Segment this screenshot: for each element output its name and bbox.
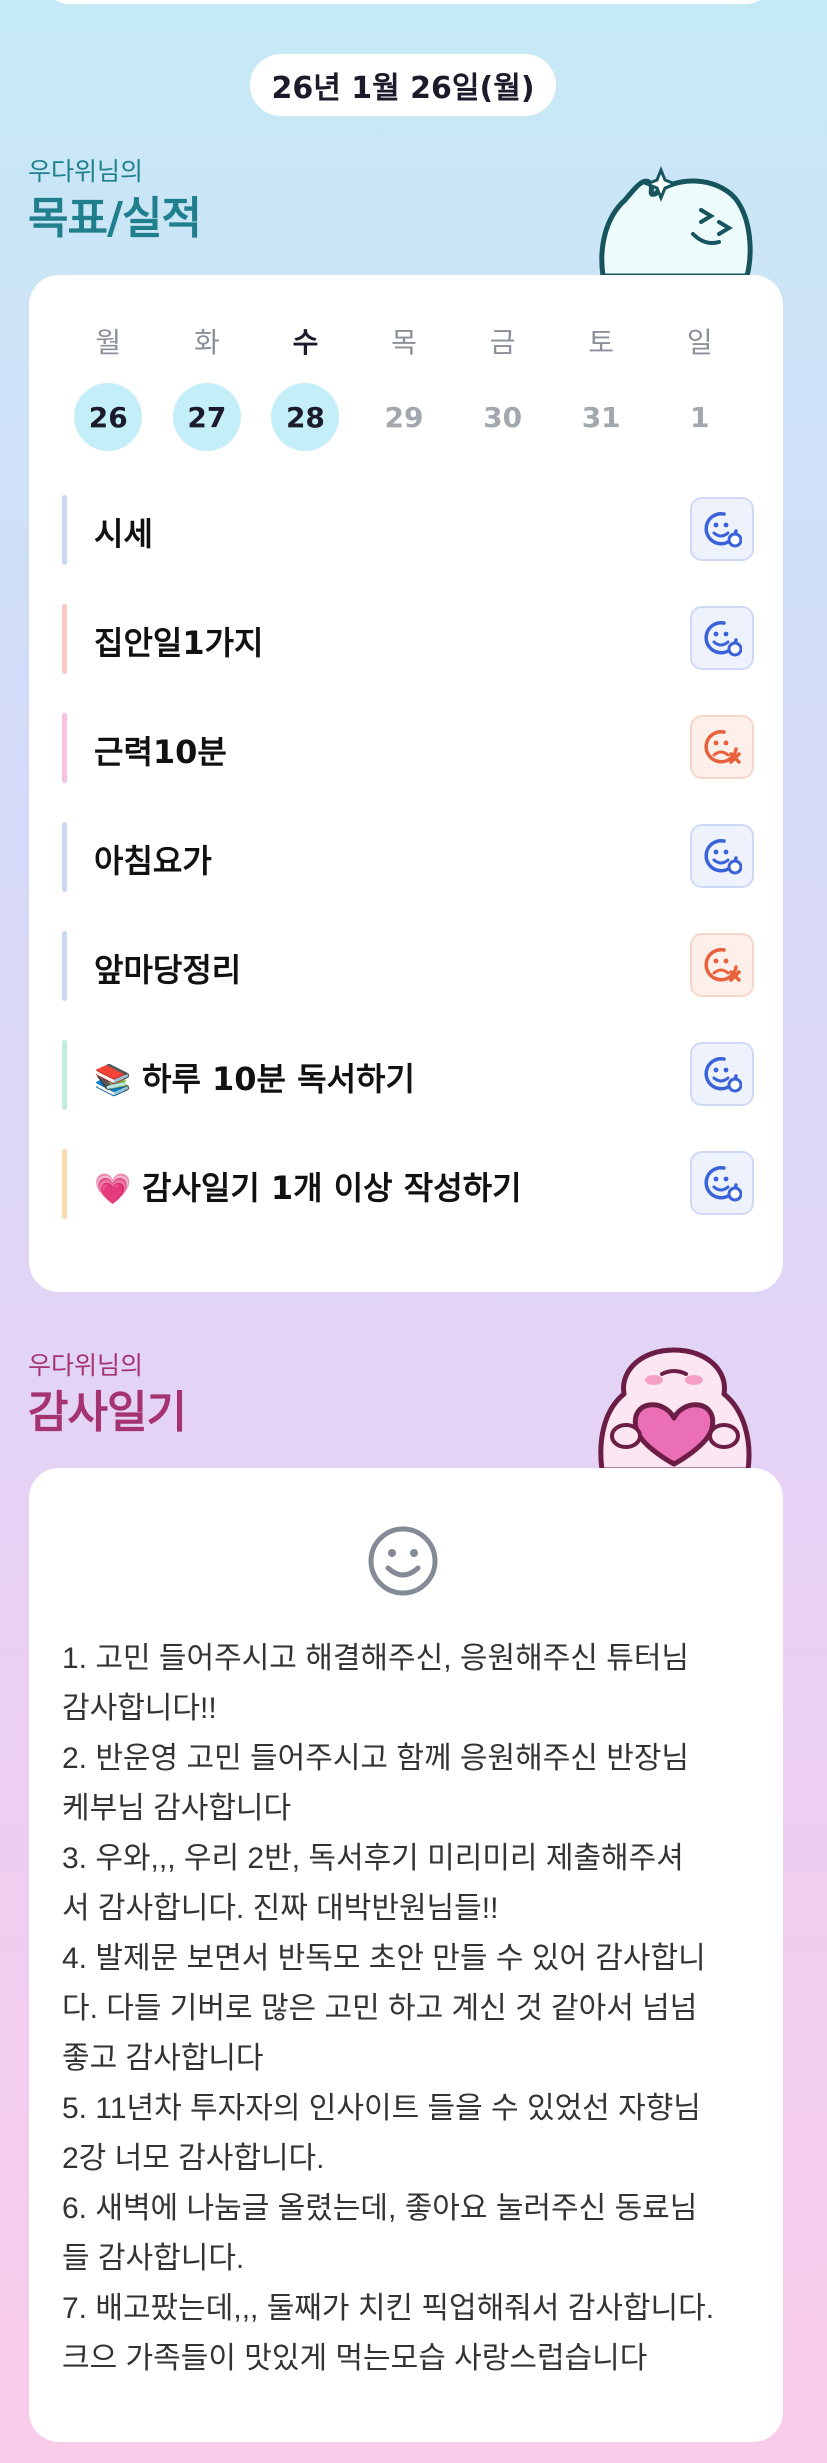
goal-success-face-icon[interactable] — [690, 497, 754, 561]
calendar-day-name: 화 — [193, 326, 220, 359]
goal-color-bar — [62, 604, 67, 674]
goal-label-text: 앞마당정리 — [94, 951, 242, 989]
calendar-day[interactable]: 금 30 — [453, 321, 552, 451]
goal-label-text: 감사일기 1개 이상 작성하기 — [142, 1169, 522, 1207]
gratitude-card: 1. 고민 들어주시고 해결해주신, 응원해주신 튜터님감사합니다!! 2. 반운… — [29, 1468, 783, 2442]
goal-item[interactable]: 시세 — [62, 487, 754, 596]
heart-icon: 💗 — [94, 1172, 132, 1207]
journal-line: 서 감사합니다. 진짜 대박반원님들!! — [62, 1892, 499, 1925]
goal-success-face-icon[interactable] — [690, 606, 754, 670]
goal-fail-face-icon[interactable] — [690, 933, 754, 997]
goal-success-face-icon[interactable] — [690, 1042, 754, 1106]
goal-success-face-icon[interactable] — [690, 1151, 754, 1215]
journal-line: 1. 고민 들어주시고 해결해주신, 응원해주신 튜터님 — [62, 1642, 690, 1675]
books-icon: 📚 — [94, 1063, 132, 1098]
calendar-day-name: 토 — [588, 326, 615, 359]
journal-line: 3. 우와,,, 우리 2반, 독서후기 미리미리 제출해주셔 — [62, 1842, 684, 1875]
date-pill: 26년 1월 26일(월) — [250, 54, 556, 116]
journal-line: 크으 가족들이 맛있게 먹는모습 사랑스럽습니다 — [62, 2342, 648, 2375]
pink-mascot-heart-illustration — [598, 1347, 752, 1470]
goal-item[interactable]: 근력10분 — [62, 705, 754, 814]
calendar-day[interactable]: 토 31 — [552, 321, 651, 451]
calendar-day-number[interactable]: 26 — [74, 383, 143, 451]
goal-item[interactable]: 앞마당정리 — [62, 923, 754, 1032]
goals-card: 월 26 화 27 수 28 목 29 금 30 토 31 일 1 시세 집안일1가지 근력10분 아침요가 앞마… — [29, 275, 783, 1292]
journal-line: 감사합니다!! — [62, 1692, 217, 1725]
week-calendar: 월 26 화 27 수 28 목 29 금 30 토 31 일 1 — [59, 321, 749, 451]
goal-color-bar — [62, 495, 67, 565]
goal-color-bar — [62, 1040, 67, 1110]
goal-label: 💗 감사일기 1개 이상 작성하기 — [94, 1163, 522, 1209]
goal-label: 앞마당정리 — [94, 945, 241, 991]
calendar-day[interactable]: 수 28 — [256, 321, 355, 451]
calendar-day-name: 금 — [489, 326, 516, 359]
journal-line: 6. 새벽에 나눔글 올렸는데, 좋아요 눌러주신 동료님 — [62, 2192, 698, 2225]
journal-line: 케부님 감사합니다 — [62, 1792, 292, 1825]
goal-item[interactable]: 집안일1가지 — [62, 596, 754, 705]
gratitude-section-title: 감사일기 — [28, 1387, 187, 1438]
goal-label-text: 근력10분 — [94, 733, 227, 771]
previous-card-edge — [40, 0, 775, 4]
calendar-day-name: 일 — [686, 326, 713, 359]
journal-line: 5. 11년차 투자자의 인사이트 들을 수 있었선 자향님 — [62, 2092, 701, 2125]
journal-line: 4. 발제문 보면서 반독모 초안 만들 수 있어 감사합니 — [62, 1942, 706, 1975]
calendar-day-name: 목 — [391, 326, 417, 359]
goal-label: 시세 — [94, 509, 153, 555]
calendar-day[interactable]: 일1 — [650, 321, 749, 451]
goal-label-text: 집안일1가지 — [94, 624, 264, 662]
goal-color-bar — [62, 822, 67, 892]
gratitude-journal-text: 1. 고민 들어주시고 해결해주신, 응원해주신 튜터님감사합니다!! 2. 반운… — [62, 1634, 762, 2384]
journal-line: 다. 다들 기버로 많은 고민 하고 계신 것 같아서 넘넘 — [62, 1992, 698, 2025]
journal-line: 좋고 감사합니다 — [62, 2042, 264, 2075]
teal-mascot-illustration — [599, 165, 753, 276]
goal-label: 📚 하루 10분 독서하기 — [94, 1054, 415, 1100]
calendar-day[interactable]: 화 27 — [158, 321, 257, 451]
calendar-day[interactable]: 월 26 — [59, 321, 158, 451]
goal-item[interactable]: 아침요가 — [62, 814, 754, 923]
goal-label: 근력10분 — [94, 727, 227, 773]
calendar-day[interactable]: 목 29 — [355, 321, 454, 451]
calendar-day-number[interactable]: 29 — [370, 383, 438, 451]
smile-icon — [368, 1526, 438, 1596]
goal-label: 아침요가 — [94, 836, 212, 882]
goal-label-text: 하루 10분 독서하기 — [142, 1060, 415, 1098]
goal-label-text: 시세 — [94, 515, 153, 553]
goals-section-title: 목표/실적 — [28, 193, 202, 244]
goal-label: 집안일1가지 — [94, 618, 263, 664]
journal-line: 7. 배고팠는데,,, 둘째가 치킨 픽업해줘서 감사합니다. — [62, 2292, 715, 2325]
goal-fail-face-icon[interactable] — [690, 715, 754, 779]
calendar-day-name: 수 — [292, 326, 319, 359]
goal-color-bar — [62, 931, 67, 1001]
calendar-day-number[interactable]: 1 — [666, 383, 734, 451]
journal-line: 2. 반운영 고민 들어주시고 함께 응원해주신 반장님 — [62, 1742, 690, 1775]
calendar-day-number[interactable]: 30 — [469, 383, 537, 451]
date-label: 26년 1월 26일(월) — [271, 71, 535, 106]
calendar-day-name: 월 — [95, 326, 122, 359]
calendar-day-number[interactable]: 31 — [567, 383, 635, 451]
goal-item[interactable]: 📚 하루 10분 독서하기 — [62, 1032, 754, 1141]
goal-success-face-icon[interactable] — [690, 824, 754, 888]
goal-color-bar — [62, 713, 67, 783]
goal-label-text: 아침요가 — [94, 842, 212, 880]
journal-line: 2강 너모 감사합니다. — [62, 2142, 325, 2175]
calendar-day-number[interactable]: 27 — [172, 383, 241, 451]
goal-color-bar — [62, 1149, 67, 1219]
journal-line: 들 감사합니다. — [62, 2242, 245, 2275]
goal-item[interactable]: 💗 감사일기 1개 이상 작성하기 — [62, 1141, 754, 1250]
calendar-day-number[interactable]: 28 — [271, 383, 340, 451]
goal-list: 시세집안일1가지근력10분아침요가앞마당정리 📚 하루 10분 독서하기 💗 감사일기 … — [62, 487, 754, 1250]
